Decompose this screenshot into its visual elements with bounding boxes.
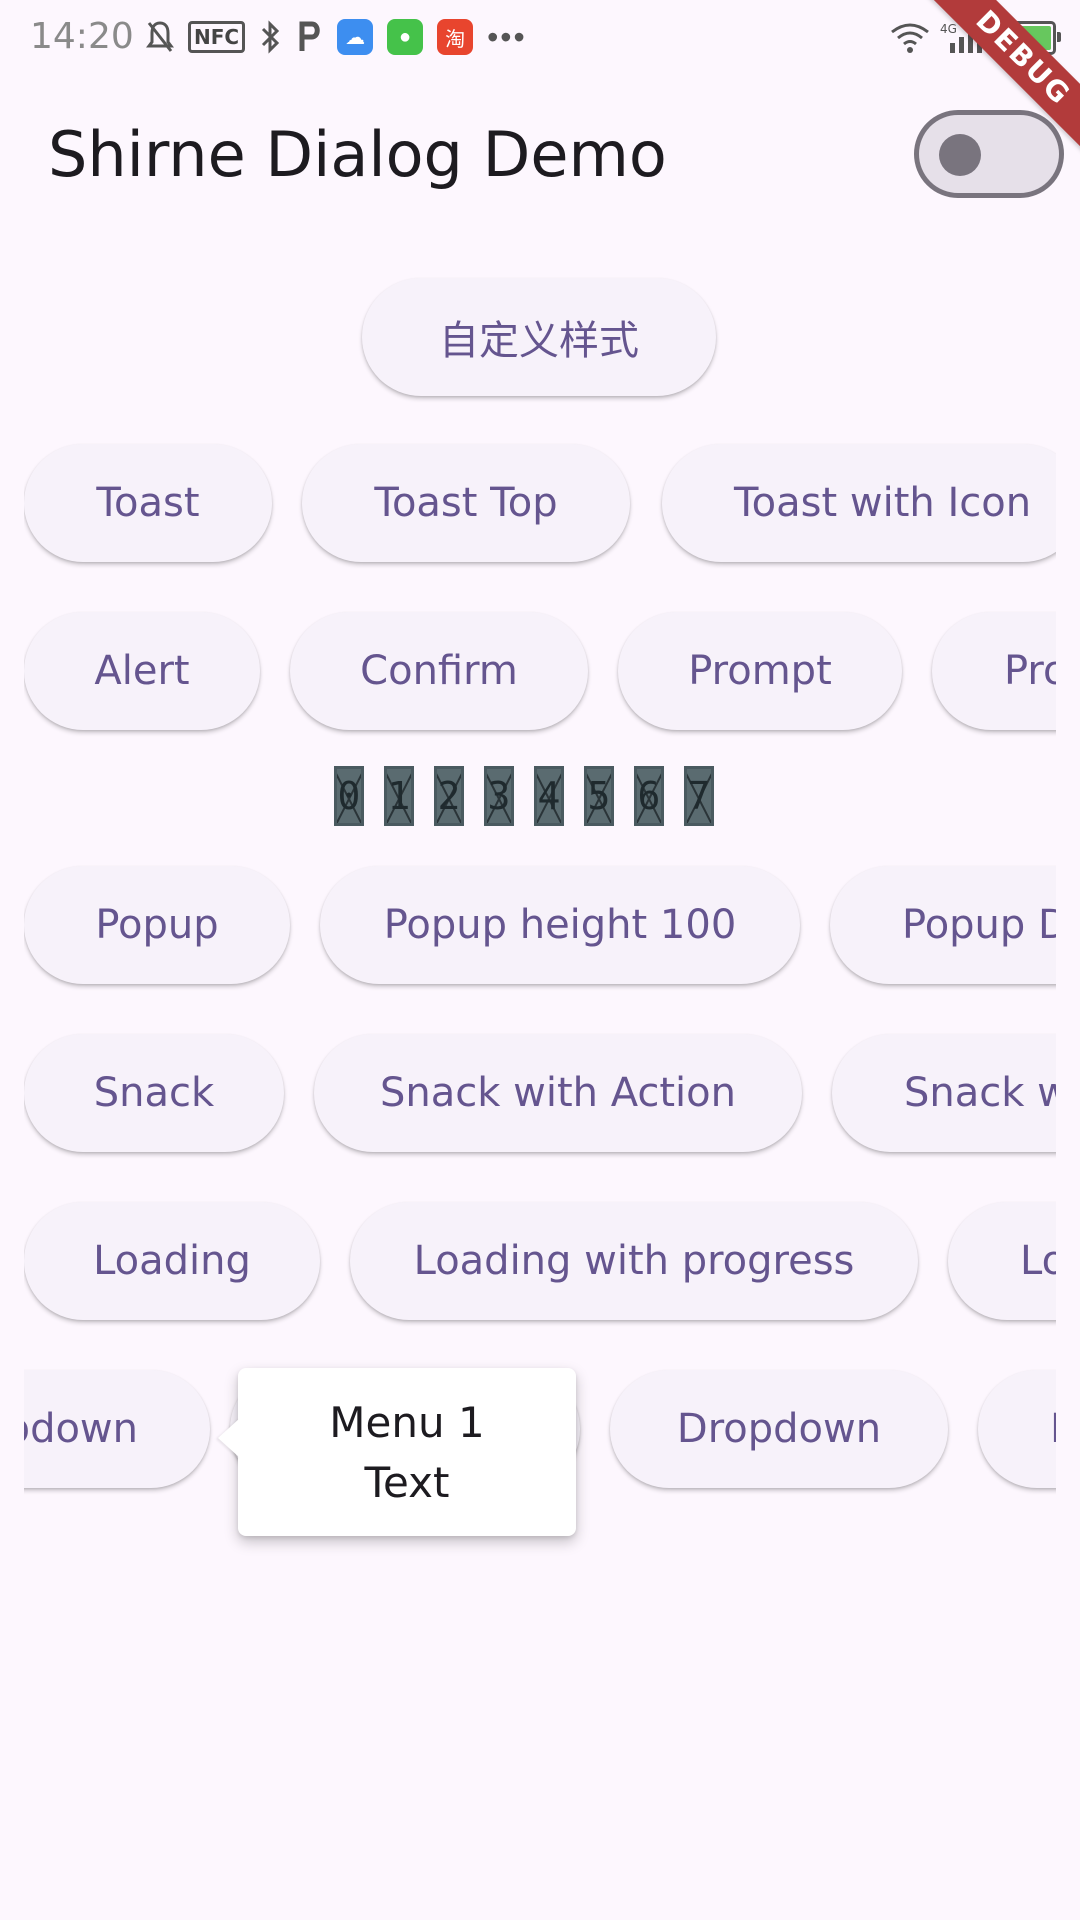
alert-button[interactable]: Alert bbox=[24, 612, 260, 730]
status-icons-left: NFC ☁ ● 淘 ••• bbox=[146, 16, 527, 58]
loading-with-progress-button[interactable]: Loading with progress bbox=[350, 1202, 918, 1320]
digit-placeholder-row: 0 1 2 3 4 5 6 7 bbox=[334, 766, 714, 830]
menu-item-1[interactable]: Menu 1 bbox=[238, 1398, 576, 1447]
popup-menu: Menu 1 Text bbox=[238, 1368, 576, 1536]
snack-button[interactable]: Snack bbox=[24, 1034, 284, 1152]
switch-thumb bbox=[939, 134, 981, 176]
digit-box: 3 bbox=[484, 766, 514, 826]
wifi-icon bbox=[891, 23, 929, 53]
dropdown-left-button[interactable]: pdown bbox=[24, 1370, 210, 1488]
custom-style-button[interactable]: 自定义样式 bbox=[362, 278, 716, 396]
toast-top-button[interactable]: Toast Top bbox=[302, 444, 630, 562]
loading-button[interactable]: Loading bbox=[24, 1202, 320, 1320]
alert-button-row: Alert Confirm Prompt Pro bbox=[24, 602, 1056, 742]
svg-text:4G: 4G bbox=[940, 22, 957, 36]
popup-button[interactable]: Popup bbox=[24, 866, 290, 984]
confirm-button[interactable]: Confirm bbox=[290, 612, 588, 730]
digit-box: 0 bbox=[334, 766, 364, 826]
status-bar: 14:20 NFC ☁ ● 淘 ••• 4G bbox=[0, 0, 1080, 76]
digit-box: 2 bbox=[434, 766, 464, 826]
dropdown-button[interactable]: Dropdown bbox=[610, 1370, 948, 1488]
toast-with-icon-button[interactable]: Toast with Icon bbox=[662, 444, 1056, 562]
popup-more-button[interactable]: Popup D bbox=[830, 866, 1056, 984]
digit-box: 4 bbox=[534, 766, 564, 826]
digit-box: 1 bbox=[384, 766, 414, 826]
prompt-button[interactable]: Prompt bbox=[618, 612, 902, 730]
loading-button-row: Loading Loading with progress Lo bbox=[24, 1192, 1056, 1332]
loading-more-button[interactable]: Lo bbox=[948, 1202, 1056, 1320]
digit-box: 7 bbox=[684, 766, 714, 826]
theme-toggle-switch[interactable] bbox=[914, 110, 1064, 198]
more-dots-icon: ••• bbox=[487, 18, 527, 55]
popup-height-100-button[interactable]: Popup height 100 bbox=[320, 866, 800, 984]
page-title: Shirne Dialog Demo bbox=[48, 118, 667, 191]
toast-button[interactable]: Toast bbox=[24, 444, 272, 562]
taobao-app-icon: 淘 bbox=[437, 19, 474, 55]
dropdown-more-button[interactable]: I bbox=[978, 1370, 1056, 1488]
digit-box: 6 bbox=[634, 766, 664, 826]
cloud-app-icon: ☁ bbox=[337, 19, 374, 55]
digit-box: 5 bbox=[584, 766, 614, 826]
p-icon bbox=[299, 21, 320, 51]
status-time: 14:20 bbox=[30, 16, 134, 57]
menu-item-text[interactable]: Text bbox=[238, 1458, 576, 1507]
snack-button-row: Snack Snack with Action Snack w bbox=[24, 1024, 1056, 1164]
nfc-icon: NFC bbox=[188, 21, 246, 53]
popup-button-row: Popup Popup height 100 Popup D bbox=[24, 856, 1056, 996]
bell-off-icon bbox=[146, 21, 174, 52]
snack-with-action-button[interactable]: Snack with Action bbox=[314, 1034, 802, 1152]
prompt-more-button[interactable]: Pro bbox=[932, 612, 1056, 730]
toast-button-row: Toast Toast Top Toast with Icon bbox=[24, 434, 1056, 574]
snack-more-button[interactable]: Snack w bbox=[832, 1034, 1056, 1152]
message-app-icon: ● bbox=[387, 19, 424, 55]
bluetooth-icon bbox=[262, 20, 280, 54]
